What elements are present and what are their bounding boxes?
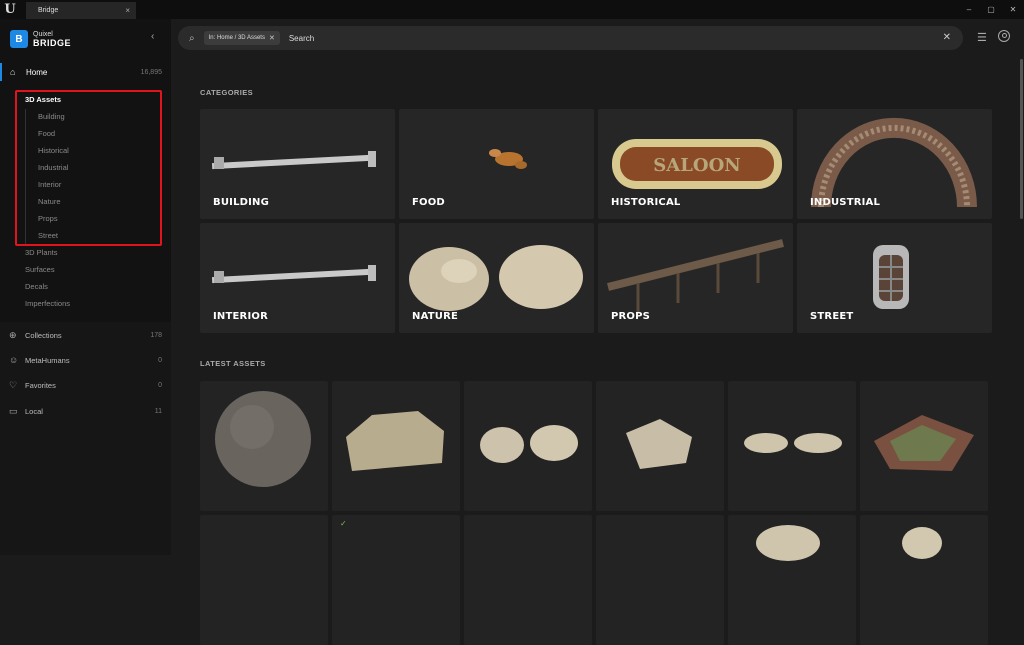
- asset-thumbnail: [744, 433, 842, 453]
- asset-thumbnail: [215, 391, 311, 487]
- sidebar-item-local[interactable]: ▭ Local 11: [0, 402, 171, 420]
- category-card-historical[interactable]: SALOON HISTORICAL: [598, 109, 793, 219]
- sidebar-item-home[interactable]: ⌂ Home 16,895: [0, 63, 171, 81]
- filter-icon[interactable]: ☰: [977, 31, 987, 44]
- globe-icon: ⊕: [9, 329, 17, 340]
- tree-item-surfaces[interactable]: Surfaces: [15, 261, 70, 278]
- search-bar[interactable]: ⌕ In: Home / 3D Assets ✕ ✕: [178, 26, 963, 50]
- asset-card[interactable]: ✓: [332, 515, 460, 645]
- collections-count: 178: [150, 331, 162, 339]
- bridge-logo-icon: B: [10, 30, 28, 48]
- metahumans-count: 0: [158, 356, 162, 364]
- asset-card[interactable]: [860, 515, 988, 645]
- brand-line2: BRIDGE: [33, 38, 72, 48]
- minimize-button[interactable]: –: [958, 0, 980, 19]
- category-label: INDUSTRIAL: [810, 197, 881, 208]
- category-card-nature[interactable]: NATURE: [399, 223, 594, 333]
- asset-card[interactable]: [464, 515, 592, 645]
- sidebar-item-metahumans[interactable]: ☺ MetaHumans 0: [0, 351, 171, 369]
- home-count: 16,895: [140, 68, 162, 76]
- heart-icon: ♡: [9, 379, 18, 390]
- sidebar-item-label: Local: [25, 406, 43, 416]
- tree-item-imperfections[interactable]: Imperfections: [15, 295, 70, 312]
- asset-thumbnail: [480, 425, 578, 463]
- maximize-button[interactable]: ▢: [980, 0, 1002, 19]
- asset-card[interactable]: [464, 381, 592, 511]
- quixel-bridge-logo: B Quixel BRIDGE: [10, 30, 71, 48]
- latest-assets-grid: ✓: [200, 381, 988, 645]
- category-card-industrial[interactable]: INDUSTRIAL: [797, 109, 992, 219]
- asset-card[interactable]: [860, 381, 988, 511]
- category-label: BUILDING: [213, 197, 270, 208]
- category-label: HISTORICAL: [611, 197, 681, 208]
- category-grid: BUILDING FOOD SALOON HISTORICAL INDUSTRI…: [200, 109, 992, 333]
- title-bar: U Bridge × – ▢ ✕: [0, 0, 1024, 19]
- tree-item-3d-plants[interactable]: 3D Plants: [15, 244, 70, 261]
- sidebar-item-label: Home: [26, 67, 48, 77]
- category-card-street[interactable]: STREET: [797, 223, 992, 333]
- close-window-button[interactable]: ✕: [1002, 0, 1024, 19]
- user-account-icon[interactable]: [998, 30, 1010, 42]
- category-card-interior[interactable]: INTERIOR: [200, 223, 395, 333]
- category-label: FOOD: [412, 197, 445, 208]
- monitor-icon: ▭: [9, 405, 18, 416]
- asset-thumbnail: [874, 415, 974, 471]
- search-input[interactable]: [288, 33, 889, 43]
- category-card-props[interactable]: PROPS: [598, 223, 793, 333]
- main-content: ⌕ In: Home / 3D Assets ✕ ✕ ☰ CATEGORIES …: [171, 19, 1024, 645]
- tab-bridge[interactable]: Bridge ×: [26, 2, 136, 19]
- asset-card[interactable]: [332, 381, 460, 511]
- sign-text: SALOON: [653, 155, 740, 176]
- tab-close-icon[interactable]: ×: [125, 6, 130, 15]
- asset-card[interactable]: [200, 515, 328, 645]
- sidebar-item-collections[interactable]: ⊕ Collections 178: [0, 326, 171, 344]
- tab-title: Bridge: [38, 7, 59, 14]
- person-icon: ☺: [9, 355, 19, 365]
- sidebar-item-favorites[interactable]: ♡ Favorites 0: [0, 376, 171, 394]
- sidebar-item-label: Collections: [25, 330, 62, 340]
- asset-card[interactable]: [200, 381, 328, 511]
- chip-close-icon[interactable]: ✕: [269, 34, 275, 42]
- category-label: INTERIOR: [213, 311, 268, 322]
- scrollbar[interactable]: [1020, 59, 1023, 219]
- sidebar-item-label: MetaHumans: [25, 355, 70, 365]
- asset-thumbnail: [346, 411, 444, 471]
- clear-search-icon[interactable]: ✕: [943, 32, 951, 43]
- downloaded-check-icon: ✓: [340, 519, 347, 528]
- asset-card[interactable]: [596, 381, 724, 511]
- sidebar: B Quixel BRIDGE ‹ ⌂ Home 16,895 3D Asset…: [0, 19, 171, 555]
- local-count: 11: [154, 407, 162, 415]
- asset-thumbnail: [902, 527, 942, 559]
- scope-chip[interactable]: In: Home / 3D Assets ✕: [203, 31, 280, 45]
- scope-chip-label: In: Home / 3D Assets: [208, 35, 265, 41]
- section-title-categories: CATEGORIES: [200, 88, 254, 97]
- highlight-box: [15, 90, 162, 246]
- sidebar-item-label: Favorites: [25, 380, 56, 390]
- unreal-logo-icon: U: [4, 2, 16, 17]
- section-title-latest: LATEST ASSETS: [200, 359, 266, 368]
- search-icon: ⌕: [189, 32, 195, 44]
- tree-item-decals[interactable]: Decals: [15, 278, 70, 295]
- category-card-building[interactable]: BUILDING: [200, 109, 395, 219]
- category-label: STREET: [810, 311, 854, 322]
- home-icon: ⌂: [10, 67, 16, 77]
- favorites-count: 0: [158, 381, 162, 389]
- category-card-food[interactable]: FOOD: [399, 109, 594, 219]
- asset-card[interactable]: [596, 515, 724, 645]
- category-label: NATURE: [412, 311, 459, 322]
- collapse-sidebar-icon[interactable]: ‹: [151, 31, 154, 42]
- category-label: PROPS: [611, 311, 651, 322]
- asset-card[interactable]: [728, 381, 856, 511]
- asset-thumbnail: [626, 419, 692, 469]
- sidebar-top: B Quixel BRIDGE ‹ ⌂ Home 16,895 3D Asset…: [0, 19, 171, 322]
- asset-card[interactable]: [728, 515, 856, 645]
- asset-thumbnail: [756, 525, 820, 561]
